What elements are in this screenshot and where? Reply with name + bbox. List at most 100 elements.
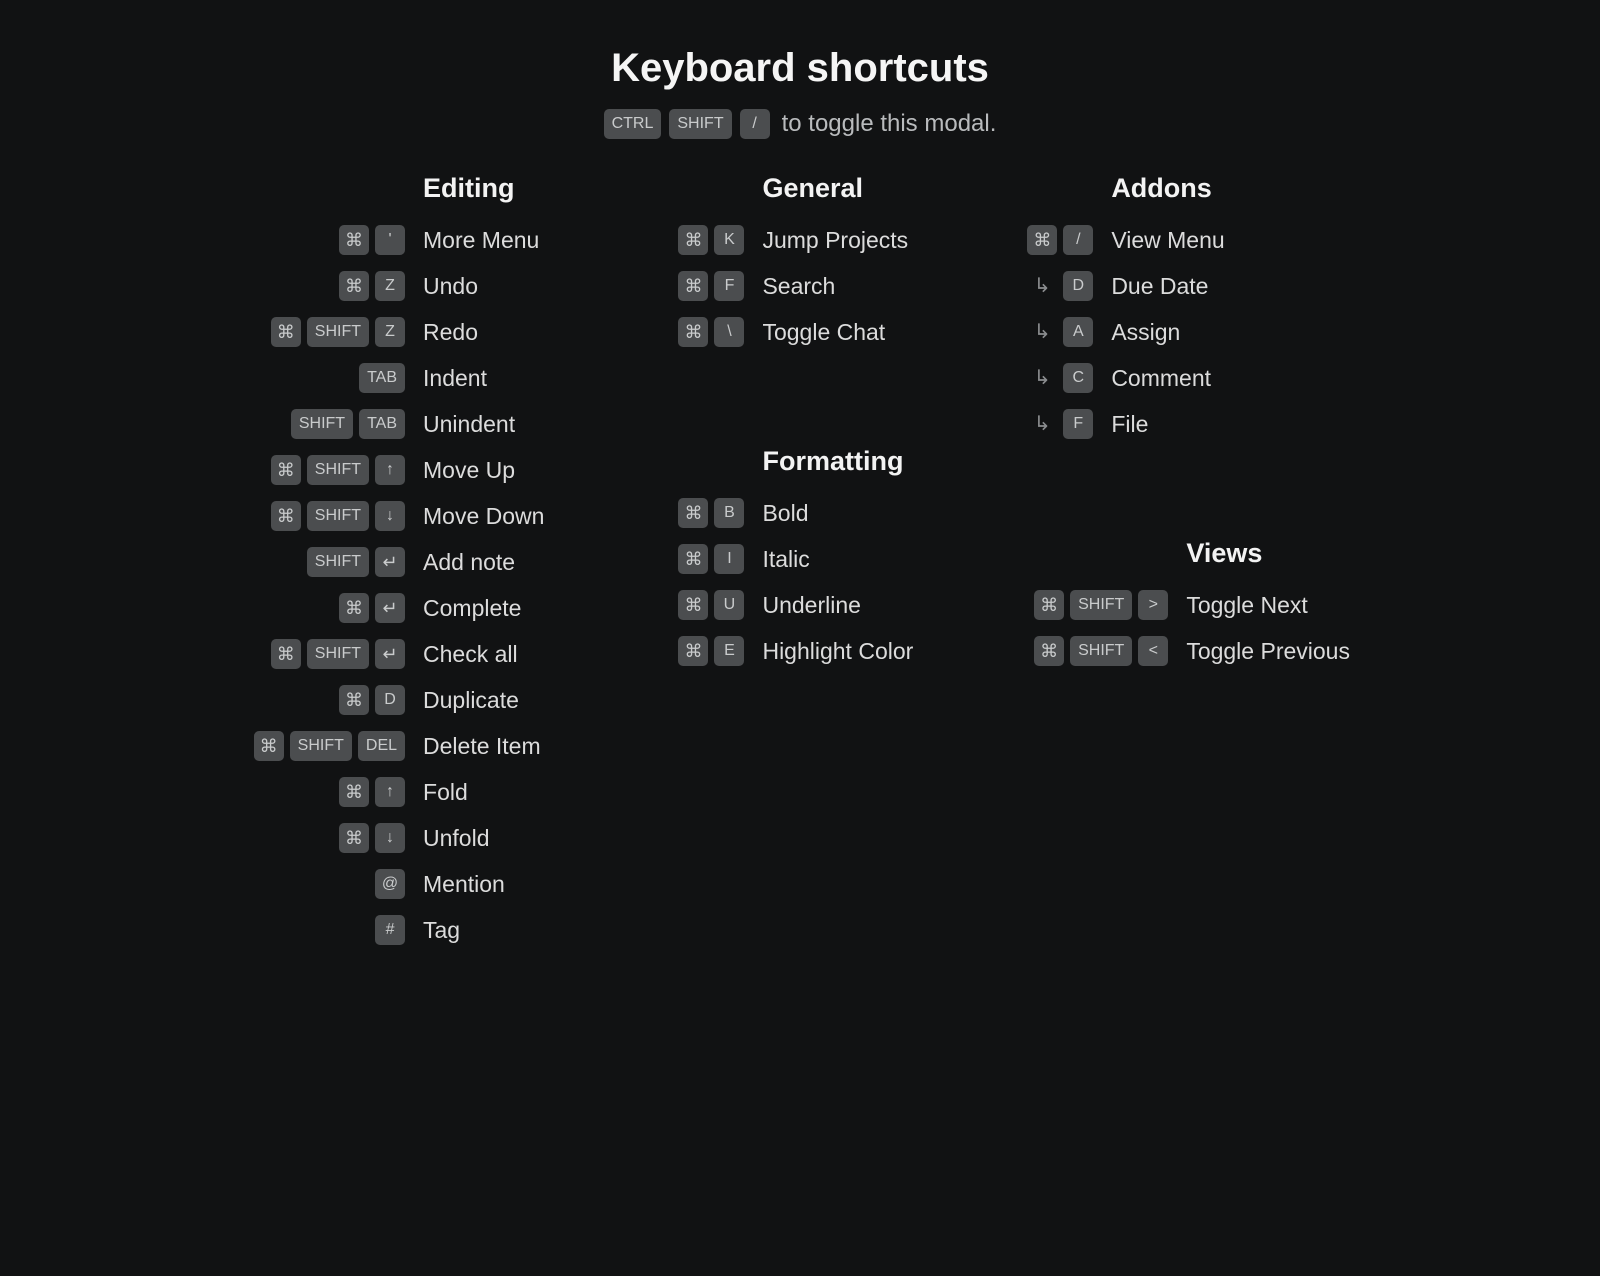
shortcut-label: Check all xyxy=(423,641,518,668)
shortcut-keys: ⌘↓ xyxy=(250,823,405,853)
shortcut-keys: ⌘SHIFT↓ xyxy=(250,501,405,531)
shortcut-label: Mention xyxy=(423,871,505,898)
section-title-general: General xyxy=(762,173,913,204)
shortcut-row: ⌘↑Fold xyxy=(250,776,544,808)
shortcut-row: ⌘SHIFT↑ Move Up xyxy=(250,454,544,486)
shortcut-keys: ⌘D xyxy=(250,685,405,715)
key-char: Z xyxy=(375,317,405,347)
shortcut-row: ⌘U Underline xyxy=(664,589,913,621)
shortcut-label: Toggle Chat xyxy=(762,319,885,346)
shortcut-label: Underline xyxy=(762,592,860,619)
shortcut-keys: ⌘SHIFTZ xyxy=(250,317,405,347)
shortcut-label: Highlight Color xyxy=(762,638,913,665)
key-char: < xyxy=(1138,636,1168,666)
shortcut-label: Add note xyxy=(423,549,515,576)
shortcut-row: @ Mention xyxy=(250,868,544,900)
key-char: / xyxy=(1063,225,1093,255)
key-shift: SHIFT xyxy=(669,109,731,139)
shortcut-keys: # xyxy=(250,915,405,945)
key-cmd-icon: ⌘ xyxy=(1027,225,1057,255)
shortcut-label: Due Date xyxy=(1111,273,1208,300)
key-tab: TAB xyxy=(359,363,405,393)
shortcut-row: ↳F File xyxy=(1033,408,1350,440)
shortcut-keys: ⌘SHIFT↑ xyxy=(250,455,405,485)
sub-arrow-icon: ↳ xyxy=(1027,317,1057,347)
shortcut-label: Move Down xyxy=(423,503,544,530)
section-title-formatting: Formatting xyxy=(762,446,913,477)
section-title-editing: Editing xyxy=(423,173,544,204)
shortcut-row: ⌘\Toggle Chat xyxy=(664,316,913,348)
shortcut-row: #Tag xyxy=(250,914,544,946)
shortcut-label: Unindent xyxy=(423,411,515,438)
shortcut-label: More Menu xyxy=(423,227,539,254)
shortcut-keys: ⌘SHIFTDEL xyxy=(250,731,405,761)
section-addons-rows: ⌘/View Menu↳DDue Date↳AAssign↳CComment↳F… xyxy=(1033,224,1350,440)
key-cmd-icon: ⌘ xyxy=(339,777,369,807)
shortcut-label: Move Up xyxy=(423,457,515,484)
shortcut-keys: ⌘F xyxy=(664,271,744,301)
key-enter-icon: ↵ xyxy=(375,639,405,669)
key-shift: SHIFT xyxy=(290,731,352,761)
shortcut-row: ⌘E Highlight Color xyxy=(664,635,913,667)
sub-arrow-icon: ↳ xyxy=(1027,409,1057,439)
shortcut-keys: ⌘SHIFT> xyxy=(1033,590,1168,620)
key-cmd-icon: ⌘ xyxy=(678,317,708,347)
sub-arrow-icon: ↳ xyxy=(1027,363,1057,393)
key-cmd-icon: ⌘ xyxy=(339,225,369,255)
shortcut-keys: SHIFT↵ xyxy=(250,547,405,577)
key-char: D xyxy=(375,685,405,715)
key-char: > xyxy=(1138,590,1168,620)
shortcut-label: File xyxy=(1111,411,1148,438)
section-editing: Editing ⌘'More Menu⌘ZUndo⌘SHIFTZRedoTABI… xyxy=(250,173,544,960)
key-shift: SHIFT xyxy=(307,547,369,577)
key-cmd-icon: ⌘ xyxy=(678,271,708,301)
section-title-views: Views xyxy=(1186,538,1350,569)
key-arrow-up-icon: ↑ xyxy=(375,455,405,485)
shortcut-label: Toggle Previous xyxy=(1186,638,1350,665)
shortcut-keys: TAB xyxy=(250,363,405,393)
shortcut-keys: ↳F xyxy=(1033,409,1093,439)
key-char: A xyxy=(1063,317,1093,347)
shortcut-label: Indent xyxy=(423,365,487,392)
key-cmd-icon: ⌘ xyxy=(339,593,369,623)
shortcut-row: ⌘SHIFT↵Check all xyxy=(250,638,544,670)
key-char: ' xyxy=(375,225,405,255)
shortcut-keys: ⌘B xyxy=(664,498,744,528)
key-char: F xyxy=(1063,409,1093,439)
shortcut-keys: ⌘E xyxy=(664,636,744,666)
section-views-rows: ⌘SHIFT>Toggle Next⌘SHIFT<Toggle Previous xyxy=(1033,589,1350,667)
shortcut-keys: ↳C xyxy=(1033,363,1093,393)
section-general: General ⌘KJump Projects⌘FSearch⌘\Toggle … xyxy=(664,173,913,362)
key-cmd-icon: ⌘ xyxy=(678,590,708,620)
key-enter-icon: ↵ xyxy=(375,593,405,623)
shortcut-row: ⌘B Bold xyxy=(664,497,913,529)
shortcut-keys: ↳D xyxy=(1033,271,1093,301)
key-cmd-icon: ⌘ xyxy=(271,317,301,347)
key-shift: SHIFT xyxy=(1070,590,1132,620)
key-ctrl: CTRL xyxy=(604,109,662,139)
shortcut-keys: ⌘K xyxy=(664,225,744,255)
shortcut-keys: ⌘U xyxy=(664,590,744,620)
shortcut-row: ⌘' More Menu xyxy=(250,224,544,256)
shortcut-row: ⌘SHIFT↓ Move Down xyxy=(250,500,544,532)
shortcut-keys: SHIFTTAB xyxy=(250,409,405,439)
key-char: @ xyxy=(375,869,405,899)
shortcut-row: ↳CComment xyxy=(1033,362,1350,394)
key-shift: SHIFT xyxy=(307,639,369,669)
key-cmd-icon: ⌘ xyxy=(271,501,301,531)
shortcut-label: Undo xyxy=(423,273,478,300)
shortcut-label: Toggle Next xyxy=(1186,592,1307,619)
key-cmd-icon: ⌘ xyxy=(678,498,708,528)
key-arrow-down-icon: ↓ xyxy=(375,823,405,853)
key-enter-icon: ↵ xyxy=(375,547,405,577)
shortcut-row: ⌘↵Complete xyxy=(250,592,544,624)
shortcut-label: Redo xyxy=(423,319,478,346)
shortcut-keys: ⌘↵ xyxy=(250,593,405,623)
sub-arrow-icon: ↳ xyxy=(1027,271,1057,301)
shortcut-label: Assign xyxy=(1111,319,1180,346)
shortcut-label: Bold xyxy=(762,500,808,527)
columns: Editing ⌘'More Menu⌘ZUndo⌘SHIFTZRedoTABI… xyxy=(0,173,1600,1004)
section-general-rows: ⌘KJump Projects⌘FSearch⌘\Toggle Chat xyxy=(664,224,913,348)
shortcut-row: TAB Indent xyxy=(250,362,544,394)
section-editing-rows: ⌘'More Menu⌘ZUndo⌘SHIFTZRedoTABIndentSHI… xyxy=(250,224,544,946)
